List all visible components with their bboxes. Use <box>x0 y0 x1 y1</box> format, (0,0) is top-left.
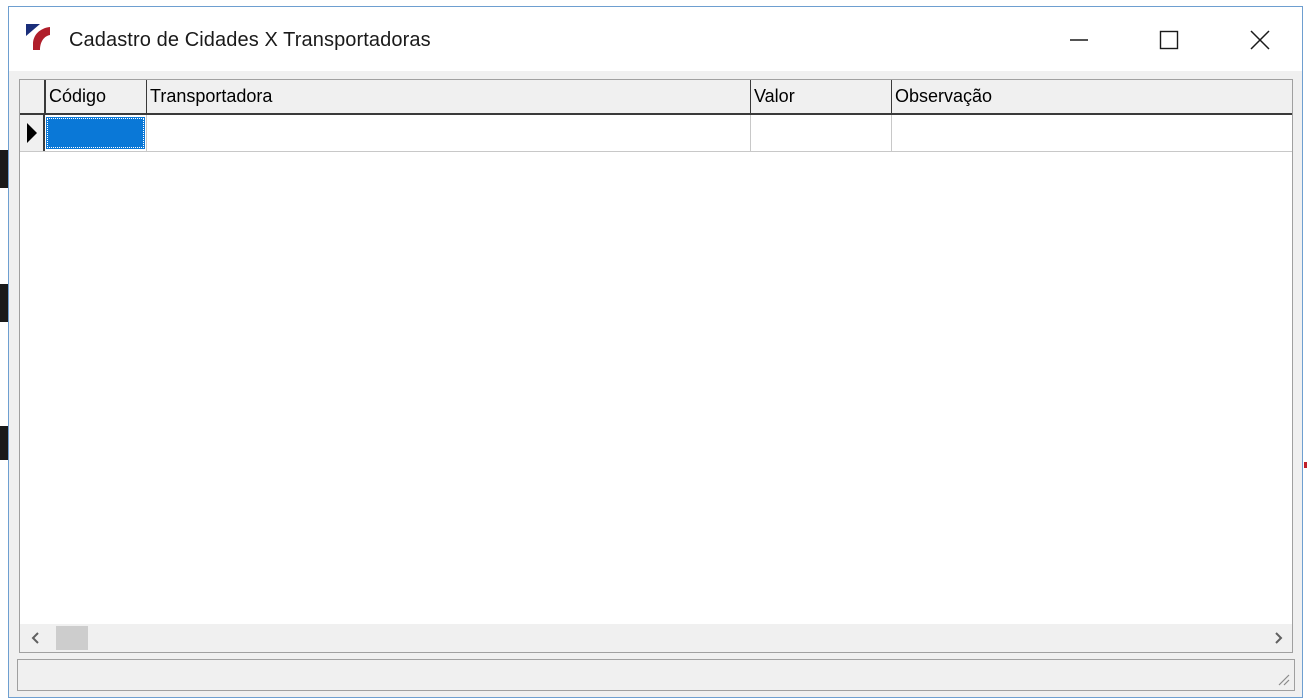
data-grid[interactable]: Código Transportadora Valor Observação <box>19 79 1293 653</box>
app-logo-icon <box>26 24 50 50</box>
minimize-icon <box>1070 39 1088 41</box>
background-app-mark <box>0 426 8 460</box>
title-bar[interactable]: Cadastro de Cidades X Transportadoras <box>9 7 1302 71</box>
chevron-left-icon[interactable] <box>28 630 44 646</box>
window-title: Cadastro de Cidades X Transportadoras <box>69 29 431 51</box>
resize-grip-icon[interactable] <box>1274 670 1290 686</box>
grid-header: Código Transportadora Valor Observação <box>20 80 1292 115</box>
current-row-arrow-icon <box>27 123 37 143</box>
close-button[interactable] <box>1237 17 1283 63</box>
cell-transportadora[interactable] <box>147 115 751 151</box>
cell-codigo-border <box>46 115 147 151</box>
column-header-transportadora[interactable]: Transportadora <box>147 80 751 113</box>
maximize-icon <box>1159 30 1179 50</box>
row-indicator-header <box>20 80 46 113</box>
maximize-button[interactable] <box>1146 17 1192 63</box>
column-header-valor[interactable]: Valor <box>751 80 892 113</box>
chevron-right-icon[interactable] <box>1270 630 1286 646</box>
background-app-mark <box>0 150 8 188</box>
app-window: Cadastro de Cidades X Transportadoras Có… <box>8 6 1303 698</box>
status-bar <box>17 659 1295 691</box>
column-header-observacao[interactable]: Observação <box>892 80 1292 113</box>
column-header-codigo[interactable]: Código <box>46 80 147 113</box>
cell-valor[interactable] <box>751 115 892 151</box>
horizontal-scrollbar[interactable] <box>20 624 1292 652</box>
row-indicator <box>20 115 45 151</box>
cell-observacao[interactable] <box>892 115 1292 151</box>
table-row[interactable] <box>20 115 1292 152</box>
close-icon <box>1250 30 1270 50</box>
background-app-mark <box>0 284 8 322</box>
scrollbar-thumb[interactable] <box>56 626 88 650</box>
minimize-button[interactable] <box>1056 17 1102 63</box>
